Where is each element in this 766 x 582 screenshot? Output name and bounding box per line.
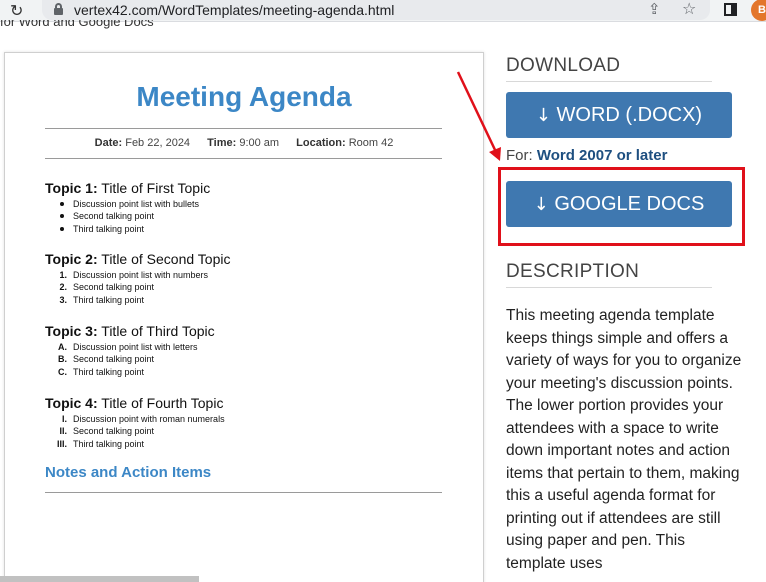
side-panel-icon[interactable] <box>724 3 737 16</box>
date-label: Date: <box>94 137 123 149</box>
download-word-button[interactable]: ↓ WORD (.DOCX) <box>506 92 732 138</box>
topic-points: I. Discussion point with roman numerals I… <box>45 413 225 450</box>
list-item: Third talking point <box>45 223 199 235</box>
list-item: A. Discussion point list with letters <box>58 342 198 352</box>
reload-icon[interactable]: ↻ <box>10 1 23 20</box>
compatibility-note: For: Word 2007 or later <box>506 147 668 164</box>
bullet-icon <box>60 202 64 206</box>
bookmark-star-icon[interactable]: ☆ <box>682 0 696 18</box>
divider <box>506 81 712 82</box>
agenda-preview-image: Meeting Agenda Date: Feb 22, 2024 Time: … <box>4 52 484 582</box>
description-text: This meeting agenda template keeps thing… <box>506 307 742 572</box>
annotation-arrow-icon <box>456 71 501 161</box>
list-item: 2. Second talking point <box>59 282 155 293</box>
meeting-meta: Date: Feb 22, 2024 Time: 9:00 am Locatio… <box>5 137 483 149</box>
location-label: Location: <box>296 137 346 149</box>
topic-heading: Topic 4: Title of Fourth Topic <box>45 395 224 411</box>
share-icon[interactable]: ⇪ <box>648 0 661 18</box>
list-item: Discussion point list with bullets <box>45 198 199 210</box>
list-item: III. Third talking point <box>56 438 145 449</box>
list-item: Second talking point <box>45 210 199 222</box>
topic-heading: Topic 2: Title of Second Topic <box>45 251 231 267</box>
list-item: 1. Discussion point list with numbers <box>59 270 209 280</box>
topic-heading: Topic 3: Title of Third Topic <box>45 323 215 339</box>
page-subtitle-peek: for Word and Google Docs <box>0 20 154 29</box>
divider <box>45 128 442 129</box>
time-value: 9:00 am <box>239 137 280 149</box>
divider <box>45 492 442 493</box>
topic-points: Discussion point list with bullets Secon… <box>45 198 199 235</box>
download-heading: DOWNLOAD <box>506 55 621 76</box>
divider <box>506 287 712 288</box>
list-item: 3. Third talking point <box>59 294 145 305</box>
description-heading: DESCRIPTION <box>506 261 640 282</box>
profile-avatar[interactable]: B <box>751 0 766 21</box>
bullet-icon <box>60 214 64 219</box>
download-arrow-icon: ↓ <box>535 105 551 126</box>
bullet-icon <box>60 226 64 231</box>
location-value: Room 42 <box>348 137 394 149</box>
browser-toolbar: ↻ vertex42.com/WordTemplates/meeting-age… <box>0 0 766 22</box>
topic-points: A. Discussion point list with letters B. S… <box>45 341 198 378</box>
doc-title: Meeting Agenda <box>136 81 352 112</box>
url-text[interactable]: vertex42.com/WordTemplates/meeting-agend… <box>74 2 394 18</box>
date-value: Feb 22, 2024 <box>125 137 191 149</box>
list-item: B. Second talking point <box>58 354 155 365</box>
list-item: C. Third talking point <box>58 366 145 377</box>
lock-icon[interactable] <box>54 3 63 15</box>
address-bar[interactable]: vertex42.com/WordTemplates/meeting-agend… <box>42 0 710 20</box>
list-item: II. Second talking point <box>59 426 155 437</box>
list-item: I. Discussion point with roman numerals <box>61 414 225 424</box>
divider <box>45 158 442 159</box>
topic-heading: Topic 1: Title of First Topic <box>45 180 211 196</box>
time-label: Time: <box>207 137 237 149</box>
topic-points: 1. Discussion point list with numbers 2. S… <box>45 269 208 306</box>
notes-heading: Notes and Action Items <box>45 464 212 481</box>
horizontal-scrollbar[interactable] <box>0 576 199 582</box>
highlight-box <box>498 167 745 246</box>
